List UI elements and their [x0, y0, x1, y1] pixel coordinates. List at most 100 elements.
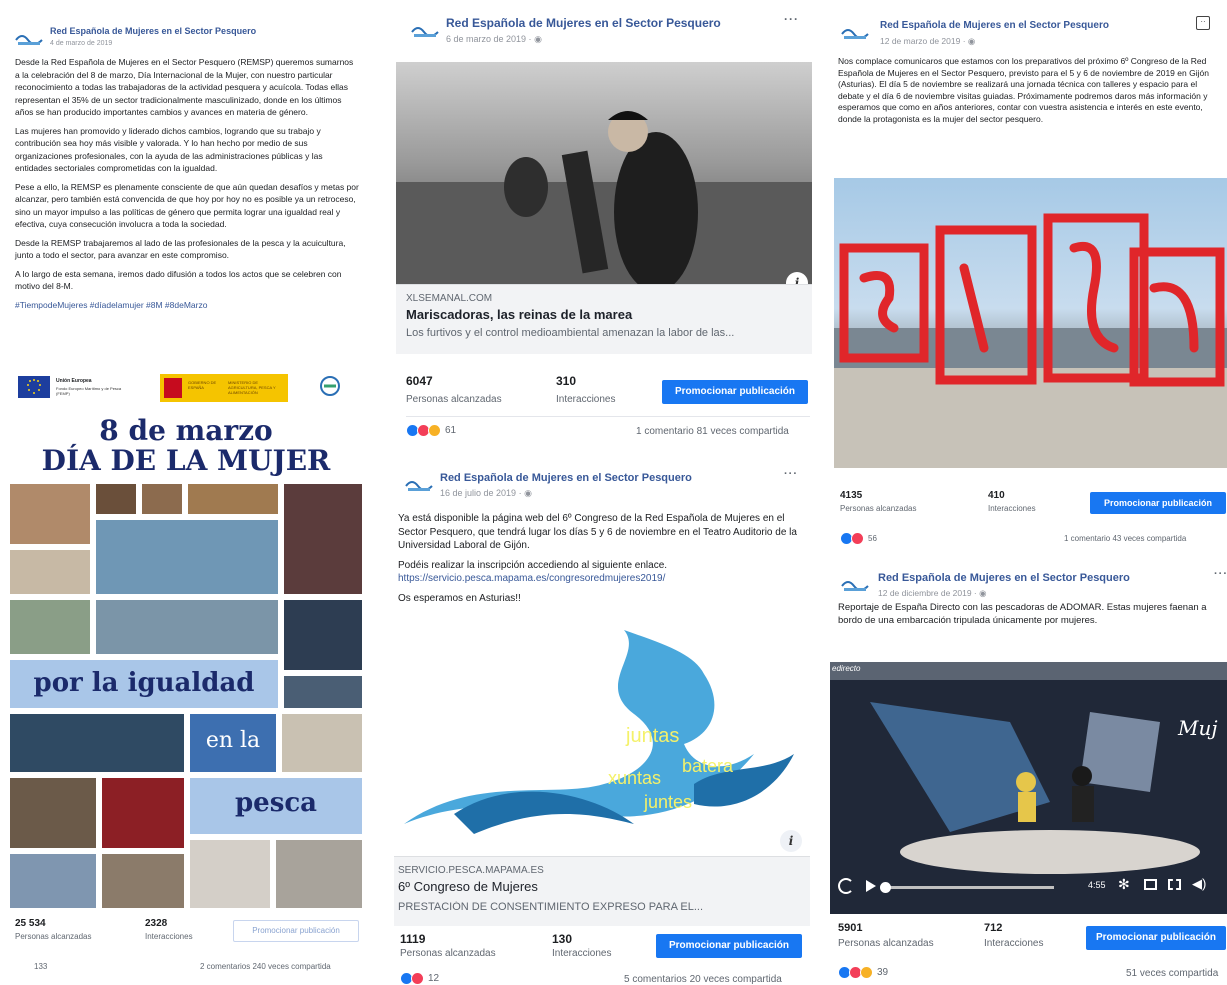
page-name-link[interactable]: Red Española de Mujeres en el Sector Pes…: [50, 26, 256, 36]
reaction-count: 39: [877, 967, 889, 978]
art-word: juntas: [625, 725, 679, 747]
more-options-icon[interactable]: ···: [784, 468, 798, 480]
eu-label: Unión Europea: [56, 378, 92, 384]
reaction-count[interactable]: 133: [34, 962, 47, 971]
poster-title-line1: 8 de marzo: [99, 414, 273, 447]
promote-post-button[interactable]: Promocionar publicación: [1086, 926, 1226, 950]
post-paragraph: Desde la Red Española de Mujeres en el S…: [15, 57, 354, 117]
ministry-label: MINISTERIO DE AGRICULTURA, PESCA Y ALIME…: [228, 380, 276, 395]
post-stats: 4135 Personas alcanzadas 410 Interaccion…: [840, 490, 1227, 524]
promote-post-button[interactable]: Promocionar publicación: [233, 920, 359, 942]
gijon-photo[interactable]: [834, 178, 1227, 468]
comments-shares[interactable]: 1 comentario 43 veces compartida: [1064, 534, 1186, 543]
video-channel-label: edirecto: [832, 664, 861, 673]
post-date[interactable]: 6 de marzo de 2019 · ◉: [446, 34, 542, 45]
reactions-summary[interactable]: 39: [838, 966, 888, 979]
post-header: Red Española de Mujeres en el Sector Pes…: [410, 12, 810, 52]
post-paragraph: Pese a ello, la REMSP es plenamente cons…: [15, 181, 359, 230]
page-name-link[interactable]: Red Española de Mujeres en el Sector Pes…: [440, 472, 692, 484]
love-reaction-icon: [851, 532, 864, 545]
comments-shares[interactable]: 5 comentarios 20 veces compartida: [624, 974, 782, 985]
page-name-link[interactable]: Red Española de Mujeres en el Sector Pes…: [880, 20, 1109, 31]
expand-icon[interactable]: ··: [1196, 16, 1210, 30]
post-date[interactable]: 12 de marzo de 2019 · ◉: [880, 36, 975, 47]
post-paragraph: Os esperamos en Asturias!!: [398, 592, 521, 604]
globe-icon: ◉: [534, 34, 542, 44]
link-title: Mariscadoras, las reinas de la marea: [406, 307, 633, 322]
page-name-link[interactable]: Red Española de Mujeres en el Sector Pes…: [446, 16, 721, 30]
progress-thumb[interactable]: [880, 882, 891, 893]
page-name-link[interactable]: Red Española de Mujeres en el Sector Pes…: [878, 572, 1130, 584]
link-domain: SERVICIO.PESCA.MAPAMA.ES: [398, 865, 544, 876]
photo-mosaic: por la igualdad en la pesca: [10, 484, 362, 908]
pip-icon[interactable]: [1144, 879, 1157, 890]
fullscreen-icon[interactable]: [1168, 879, 1181, 890]
video-overlay-text: Muj: [1178, 716, 1218, 740]
post-date[interactable]: 4 de marzo de 2019: [50, 40, 112, 47]
globe-icon: ◉: [524, 488, 532, 498]
volume-icon[interactable]: ◀): [1192, 876, 1206, 892]
reactions-summary[interactable]: 56: [840, 532, 877, 545]
more-options-icon[interactable]: ···: [784, 12, 799, 26]
video-player[interactable]: edirecto Muj 4:55 ✻ ◀): [830, 662, 1227, 914]
link-description: Los furtivos y el control medioambiental…: [406, 327, 735, 339]
reaction-count: 12: [428, 973, 440, 984]
post-card-congreso-web: Red Española de Mujeres en el Sector Pes…: [394, 458, 814, 985]
page-logo[interactable]: [840, 574, 870, 594]
post-date[interactable]: 12 de diciembre de 2019 · ◉: [878, 588, 987, 599]
post-date-text: 12 de diciembre de 2019 ·: [878, 588, 980, 598]
post-date[interactable]: 16 de julio de 2019 · ◉: [440, 488, 532, 499]
post-header: Red Española de Mujeres en el Sector Pes…: [840, 564, 1227, 604]
post-paragraph: Nos complace comunicaros que estamos con…: [838, 56, 1209, 124]
interactions-count: 712: [984, 922, 1003, 934]
reaction-count: 56: [868, 534, 877, 543]
page-logo[interactable]: [404, 474, 434, 494]
post-date-text: 16 de julio de 2019 ·: [440, 488, 525, 498]
more-options-icon[interactable]: ···: [1214, 568, 1227, 580]
poster-image[interactable]: Unión Europea Fondo Europeo Marítimo y d…: [10, 370, 362, 908]
post-date-text: 6 de marzo de 2019 ·: [446, 34, 535, 44]
shares-count[interactable]: 51 veces compartida: [1126, 968, 1218, 979]
art-word: juntes: [643, 792, 692, 812]
poster-title-line2: DÍA DE LA MUJER: [41, 444, 331, 477]
slogan-band-2: en la: [190, 714, 276, 772]
art-word: xuntas: [608, 768, 661, 788]
reactions-summary[interactable]: 61: [406, 424, 456, 437]
page-logo[interactable]: [14, 28, 44, 48]
interactions-label: Interacciones: [552, 948, 612, 959]
reach-label: Personas alcanzadas: [406, 394, 502, 405]
page-logo[interactable]: [410, 20, 440, 40]
replay-icon[interactable]: [838, 878, 854, 894]
interactions-label: Interacciones: [988, 504, 1036, 513]
eu-sub: Fondo Europeo Marítimo y de Pesca (FEMP): [56, 386, 122, 396]
promote-post-button[interactable]: Promocionar publicación: [1090, 492, 1226, 514]
hashtags[interactable]: #TiempodeMujeres #díadelamujer #8M #8deM…: [15, 299, 360, 312]
post-date-text: 12 de marzo de 2019 ·: [880, 36, 968, 46]
post-paragraph: Podéis realizar la inscripción accediend…: [398, 559, 668, 571]
promote-post-button[interactable]: Promocionar publicación: [662, 380, 808, 404]
info-icon[interactable]: i: [780, 830, 802, 852]
interactions-count: 2328: [145, 918, 168, 929]
comments-shares[interactable]: 2 comentarios 240 veces compartida: [200, 962, 331, 971]
page-logo[interactable]: [840, 22, 870, 42]
progress-bar[interactable]: [880, 882, 1054, 893]
link-image[interactable]: i: [396, 62, 812, 284]
video-controls: 4:55 ✻ ◀): [830, 868, 1227, 908]
link-preview[interactable]: XLSEMANAL.COM Mariscadoras, las reinas d…: [396, 284, 812, 354]
reactions-summary[interactable]: 12: [400, 972, 439, 985]
wow-reaction-icon: [860, 966, 873, 979]
love-reaction-icon: [411, 972, 424, 985]
promote-post-button[interactable]: Promocionar publicación: [656, 934, 802, 958]
post-stats: 6047 Personas alcanzadas 310 Interaccion…: [406, 374, 810, 408]
slogan-band-3: pesca: [190, 778, 362, 834]
settings-icon[interactable]: ✻: [1118, 876, 1130, 893]
comments-shares[interactable]: 1 comentario 81 veces compartida: [636, 426, 789, 437]
post-stats: 1119 Personas alcanzadas 130 Interaccion…: [400, 932, 804, 966]
gov-label: GOBIERNO DE ESPAÑA: [188, 380, 217, 390]
congress-poster-art: juntas batera xuntas juntes: [404, 630, 794, 834]
link-image[interactable]: juntas batera xuntas juntes i: [394, 624, 810, 856]
link-preview[interactable]: SERVICIO.PESCA.MAPAMA.ES 6º Congreso de …: [394, 856, 810, 926]
interactions-count: 410: [988, 490, 1005, 501]
congress-link[interactable]: https://servicio.pesca.mapama.es/congres…: [398, 573, 665, 584]
play-icon[interactable]: [866, 880, 876, 892]
